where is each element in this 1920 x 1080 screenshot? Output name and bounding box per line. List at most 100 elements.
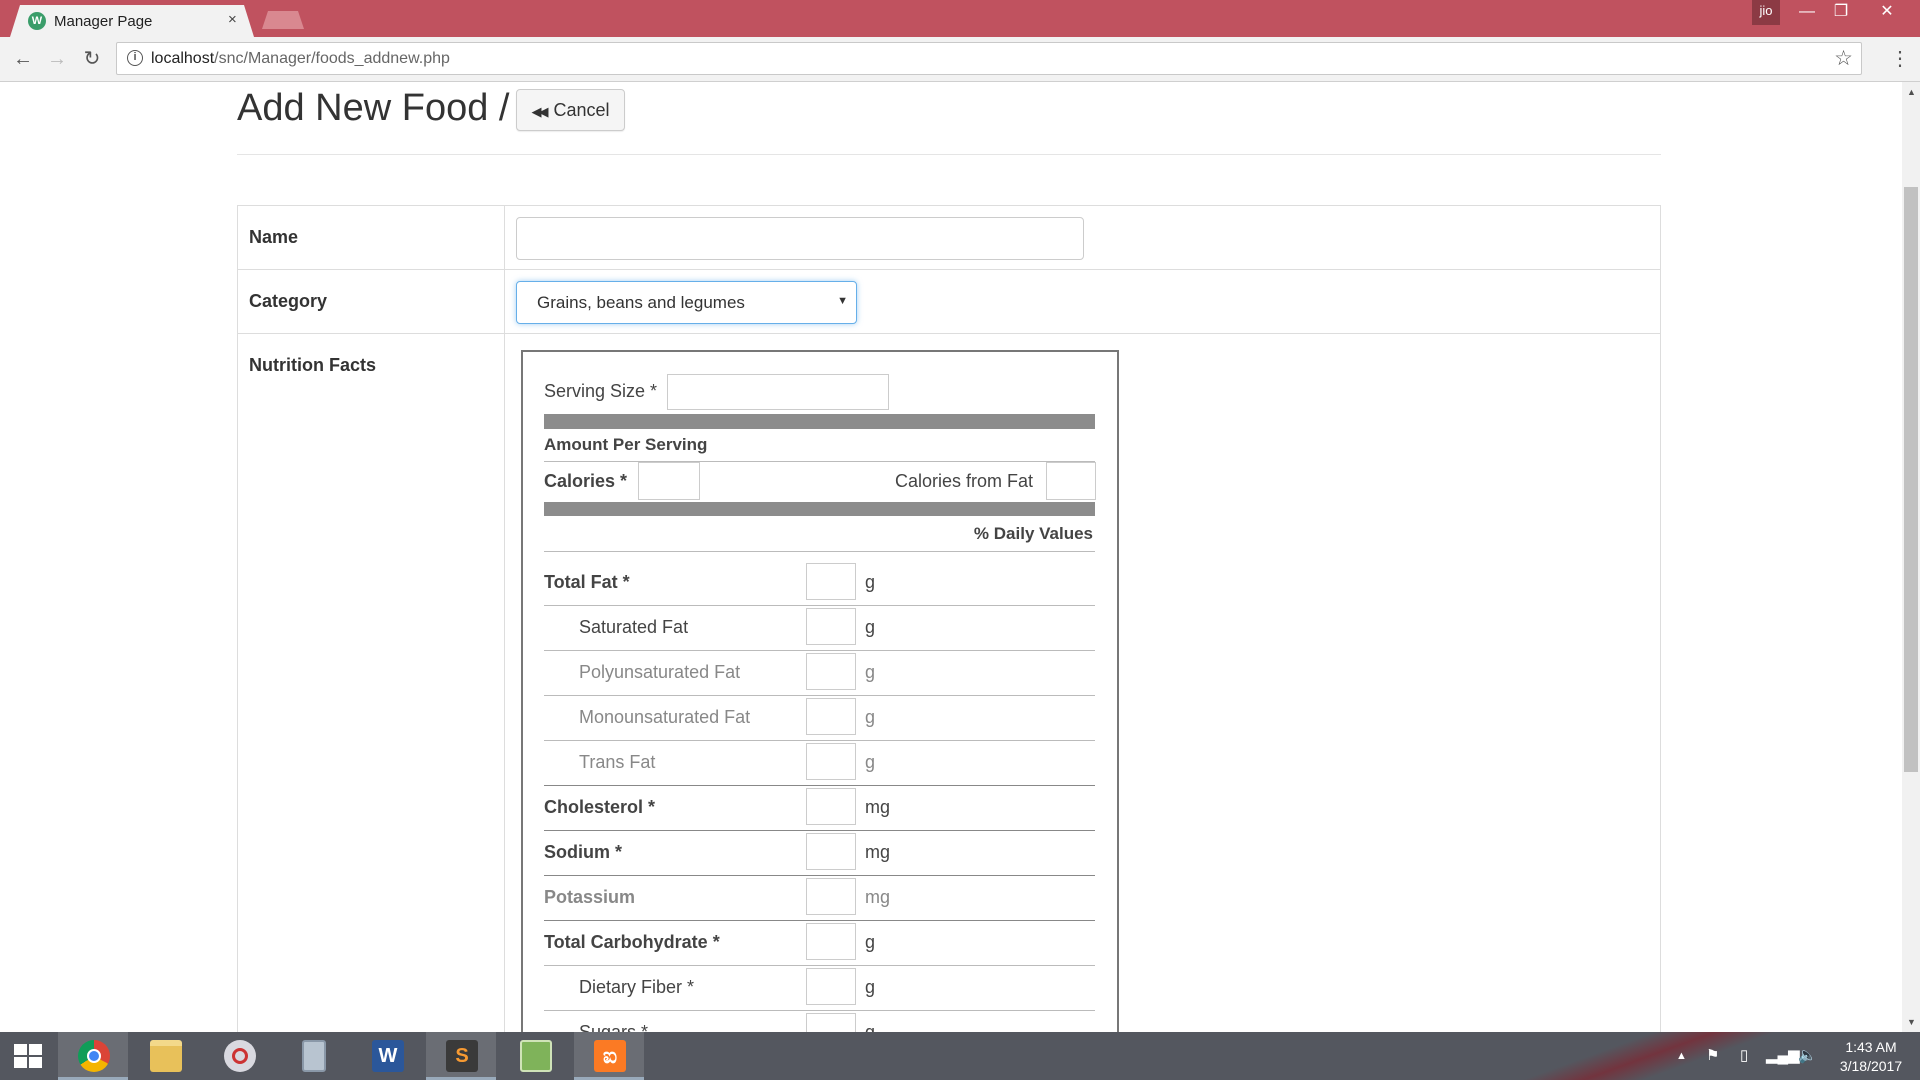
folder-icon	[150, 1040, 182, 1072]
forward-arrow-icon[interactable]: →	[44, 46, 70, 72]
cancel-button[interactable]: ◀◀ Cancel	[516, 89, 625, 131]
windows-logo-icon	[14, 1044, 44, 1070]
divider	[237, 154, 1661, 155]
taskbar-calculator[interactable]	[278, 1032, 348, 1080]
nutrient-divider	[544, 875, 1095, 876]
total-fat-input[interactable]	[806, 563, 856, 600]
taskbar-chrome[interactable]	[58, 1032, 128, 1080]
sodium-label: Sodium *	[544, 842, 623, 862]
address-bar[interactable]: i localhost/snc/Manager/foods_addnew.php…	[116, 42, 1862, 75]
sugars-unit: g	[865, 1022, 876, 1032]
scroll-thumb[interactable]	[1904, 187, 1918, 772]
tab-close-icon[interactable]: ×	[228, 11, 237, 28]
nutrient-divider	[544, 740, 1095, 741]
total-carbohydrate-input[interactable]	[806, 923, 856, 960]
dietary-fiber-input[interactable]	[806, 968, 856, 1005]
polyunsaturated-fat-input[interactable]	[806, 653, 856, 690]
back-arrow-icon[interactable]: ←	[10, 46, 36, 72]
trans-fat-label: Trans Fat	[579, 752, 656, 772]
nutrient-divider	[544, 785, 1095, 786]
nutrient-divider	[544, 650, 1095, 651]
windows-taskbar: W S ಐ ▲ ⚑ ▯ ▂▄▆ 🔈 1:43 AM 3/18/2017	[0, 1032, 1920, 1080]
sodium-unit: mg	[865, 842, 891, 862]
polyunsaturated-fat-label: Polyunsaturated Fat	[579, 662, 741, 682]
sublime-text-icon: S	[446, 1040, 478, 1072]
trans-fat-input[interactable]	[806, 743, 856, 780]
taskbar-notepad[interactable]	[500, 1032, 570, 1080]
dietary-fiber-unit: g	[865, 977, 876, 997]
medium-bar	[544, 502, 1095, 516]
tab-title: Manager Page	[54, 13, 153, 30]
line	[544, 551, 1095, 552]
dietary-fiber-label: Dietary Fiber *	[579, 977, 695, 997]
sodium-input[interactable]	[806, 833, 856, 870]
nutrition-facts-label: Nutrition Facts	[249, 355, 377, 375]
nutrient-divider	[544, 920, 1095, 921]
calories-input[interactable]	[638, 462, 700, 500]
url-text[interactable]: localhost/snc/Manager/foods_addnew.php	[151, 50, 450, 68]
potassium-input[interactable]	[806, 878, 856, 915]
category-label: Category	[249, 291, 328, 311]
word-icon: W	[372, 1040, 404, 1072]
window-close-icon[interactable]: ✕	[1870, 0, 1904, 25]
monounsaturated-fat-unit: g	[865, 707, 876, 727]
trans-fat-unit: g	[865, 752, 876, 772]
sugars-input[interactable]	[806, 1013, 856, 1032]
action-center-flag-icon[interactable]: ⚑	[1706, 1046, 1719, 1064]
scroll-down-icon[interactable]: ▼	[1907, 1017, 1916, 1027]
browser-tab[interactable]: W Manager Page ×	[10, 5, 254, 37]
cholesterol-unit: mg	[865, 797, 891, 817]
column-divider	[504, 206, 505, 1032]
amount-per-serving-heading: Amount Per Serving	[544, 435, 708, 454]
bookmark-star-icon[interactable]: ☆	[1834, 46, 1853, 71]
reload-icon[interactable]: ↻	[79, 46, 105, 72]
battery-icon[interactable]: ▯	[1740, 1046, 1748, 1064]
saturated-fat-unit: g	[865, 617, 876, 637]
saturated-fat-input[interactable]	[806, 608, 856, 645]
taskbar-sublime[interactable]: S	[426, 1032, 496, 1080]
row-divider	[238, 333, 1660, 334]
minimize-icon[interactable]: —	[1790, 0, 1824, 25]
volume-icon[interactable]: 🔈	[1798, 1046, 1817, 1064]
daily-values-heading: % Daily Values	[973, 524, 1093, 543]
serving-size-label: Serving Size *	[544, 381, 658, 401]
taskbar-xampp[interactable]: ಐ	[574, 1032, 644, 1080]
total-carbohydrate-unit: g	[865, 932, 876, 952]
monounsaturated-fat-input[interactable]	[806, 698, 856, 735]
page-scrollbar[interactable]: ▲ ▼	[1902, 82, 1920, 1032]
network-signal-icon[interactable]: ▂▄▆	[1766, 1046, 1800, 1064]
info-icon[interactable]: i	[127, 50, 143, 66]
calories-from-fat-label: Calories from Fat	[895, 471, 1034, 491]
dropdown-arrow-icon: ▼	[837, 295, 848, 307]
restore-icon[interactable]: ❐	[1824, 0, 1858, 25]
thick-bar	[544, 414, 1095, 429]
profile-badge[interactable]: jio	[1752, 0, 1780, 25]
new-tab-button[interactable]	[262, 11, 304, 29]
serving-size-input[interactable]	[667, 374, 889, 410]
chrome-menu-icon[interactable]: ⋮	[1890, 46, 1910, 71]
category-select[interactable]: Grains, beans and legumes ▼	[516, 281, 857, 324]
tray-overflow-icon[interactable]: ▲	[1676, 1050, 1687, 1062]
name-label: Name	[249, 227, 299, 247]
total-fat-label: Total Fat *	[544, 572, 630, 592]
browser-titlebar: W Manager Page × jio — ❐ ✕	[0, 0, 1920, 37]
clock-date: 3/18/2017	[1839, 1058, 1903, 1074]
cholesterol-input[interactable]	[806, 788, 856, 825]
nutrient-divider	[544, 605, 1095, 606]
nutrition-facts-panel: Serving Size * Amount Per Serving Calori…	[521, 350, 1119, 1032]
taskbar-word[interactable]: W	[352, 1032, 422, 1080]
taskbar-file-explorer[interactable]	[130, 1032, 200, 1080]
nutrient-divider	[544, 965, 1095, 966]
scissors-icon	[224, 1040, 256, 1072]
calories-from-fat-input[interactable]	[1046, 462, 1096, 500]
fast-backward-icon: ◀◀	[531, 104, 548, 119]
calories-label: Calories *	[544, 471, 628, 491]
nutrient-divider	[544, 695, 1095, 696]
taskbar-snipping-tool[interactable]	[204, 1032, 274, 1080]
name-input[interactable]	[516, 217, 1084, 260]
xampp-icon: ಐ	[594, 1040, 626, 1072]
system-clock[interactable]: 1:43 AM 3/18/2017	[1830, 1038, 1912, 1076]
scroll-up-icon[interactable]: ▲	[1907, 87, 1916, 97]
notepad-icon	[520, 1040, 552, 1072]
browser-toolbar: ← → ↻ i localhost/snc/Manager/foods_addn…	[0, 37, 1920, 82]
